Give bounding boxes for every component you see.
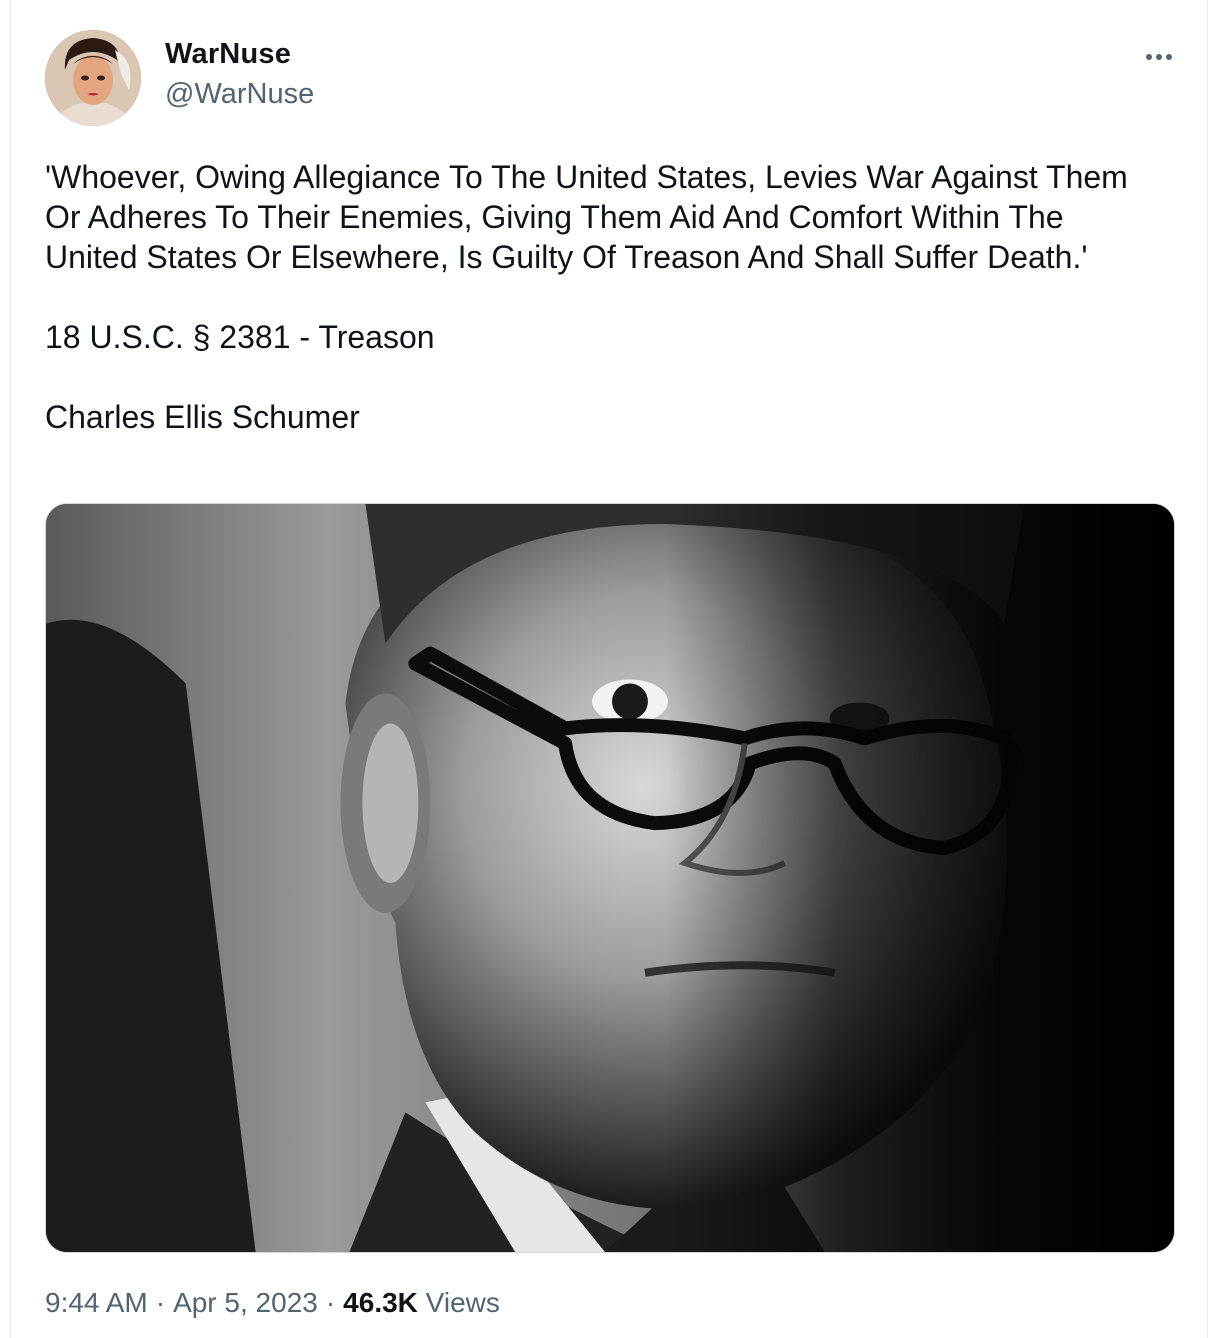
tweet-text: 'Whoever, Owing Allegiance To The United… <box>45 159 1128 435</box>
author-handle[interactable]: @WarNuse <box>165 78 314 111</box>
more-options-icon[interactable] <box>1139 40 1179 74</box>
dot <box>1156 54 1162 60</box>
author-name[interactable]: WarNuse <box>165 38 291 71</box>
tweet-card: WarNuse @WarNuse 'Whoever, Owing Allegia… <box>10 0 1208 1338</box>
tweet-meta: 9:44 AM · Apr 5, 2023 · 46.3K Views <box>45 1287 500 1319</box>
views-count: 46.3K <box>343 1287 418 1318</box>
meta-separator: · <box>155 1287 166 1318</box>
portrait-photo <box>46 504 1174 1252</box>
avatar[interactable] <box>45 30 141 126</box>
dot <box>1166 54 1172 60</box>
avatar-image <box>45 30 141 126</box>
meta-separator: · <box>325 1287 336 1318</box>
tweet-time[interactable]: 9:44 AM <box>45 1287 148 1318</box>
views-label: Views <box>425 1287 500 1318</box>
dot <box>1146 54 1152 60</box>
tweet-photo[interactable] <box>45 503 1175 1253</box>
tweet-date[interactable]: Apr 5, 2023 <box>173 1287 318 1318</box>
